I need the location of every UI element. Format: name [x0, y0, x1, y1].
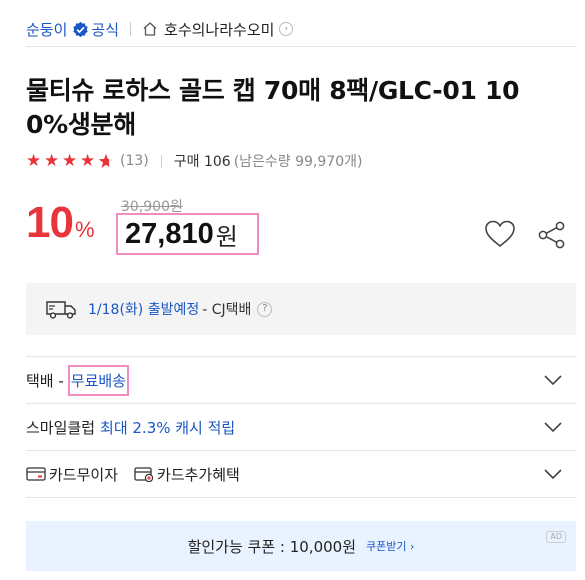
rating-row: ★ ★ ★ ★ (13) 구매 106 (남은수량 99,970개): [26, 150, 362, 172]
card-benefits-row[interactable]: 카드무이자 카드추가혜택: [26, 451, 576, 497]
purchase-count: 구매 106: [173, 154, 231, 170]
star-icon: ★: [26, 151, 42, 171]
seller-separator: [130, 22, 132, 36]
wishlist-heart-icon[interactable]: [484, 219, 516, 249]
coupon-banner[interactable]: 할인가능 쿠폰 : 10,000원 쿠폰받기 › AD: [26, 521, 576, 571]
discount-rate: 10 %: [26, 198, 95, 258]
truck-icon: [46, 301, 76, 319]
help-icon[interactable]: ?: [257, 301, 273, 317]
smileclub-value: 최대 2.3% 캐시 적립: [100, 418, 236, 437]
store-name-link[interactable]: 호수의나라수오미: [164, 19, 274, 40]
chevron-down-icon[interactable]: [544, 468, 562, 480]
chevron-down-icon[interactable]: [544, 421, 562, 433]
smileclub-row[interactable]: 스마일클럽 최대 2.3% 캐시 적립: [26, 404, 576, 450]
shipping-label: 택배 -: [26, 371, 64, 390]
chevron-right-icon[interactable]: ›: [279, 22, 294, 36]
sale-price-unit: 원: [215, 222, 238, 251]
card-benefit-icon: [134, 467, 154, 482]
coupon-text: 할인가능 쿠폰 : 10,000원: [187, 537, 357, 556]
star-icon: ★: [62, 151, 78, 171]
discount-value: 10: [26, 198, 74, 247]
delivery-info: 1/18(화) 출발예정 - CJ택배 ?: [26, 283, 576, 335]
ad-badge: AD: [546, 531, 566, 543]
product-title: 물티슈 로하스 골드 캡 70매 8팩/GLC-01 100%생분해: [26, 76, 520, 139]
delivery-date: 1/18(화) 출발예정: [88, 302, 200, 318]
verified-badge-icon: [73, 21, 89, 37]
half-star-icon: [98, 154, 114, 168]
chevron-down-icon[interactable]: [544, 374, 562, 386]
smileclub-label: 스마일클럽: [26, 418, 96, 437]
home-icon: [143, 22, 157, 36]
seller-name-link[interactable]: 순둥이: [26, 19, 67, 40]
extra-benefit-label: 카드추가혜택: [157, 465, 240, 484]
discount-unit: %: [74, 217, 95, 242]
star-rating[interactable]: ★ ★ ★ ★: [26, 151, 116, 171]
sale-price-value: 27,810: [125, 217, 214, 250]
star-icon: ★: [44, 151, 60, 171]
delivery-carrier: - CJ택배: [202, 302, 252, 318]
star-icon: ★: [80, 151, 96, 171]
official-label: 공식: [91, 20, 120, 39]
sale-price: 27,810 원: [116, 213, 259, 255]
header-divider: [26, 46, 576, 47]
seller-bar: 순둥이 공식 호수의나라수오미 ›: [26, 14, 576, 44]
interest-free-label: 카드무이자: [49, 465, 119, 484]
row-divider: [26, 497, 576, 498]
remaining-stock: (남은수량 99,970개): [233, 154, 363, 170]
shipping-value: 무료배송: [67, 364, 129, 396]
review-count-link[interactable]: (13): [120, 153, 149, 169]
shipping-row[interactable]: 택배 - 무료배송: [26, 357, 576, 403]
share-icon[interactable]: [537, 220, 567, 250]
rating-separator: [160, 154, 162, 168]
get-coupon-link[interactable]: 쿠폰받기 ›: [366, 538, 414, 554]
credit-card-icon: [26, 467, 46, 481]
